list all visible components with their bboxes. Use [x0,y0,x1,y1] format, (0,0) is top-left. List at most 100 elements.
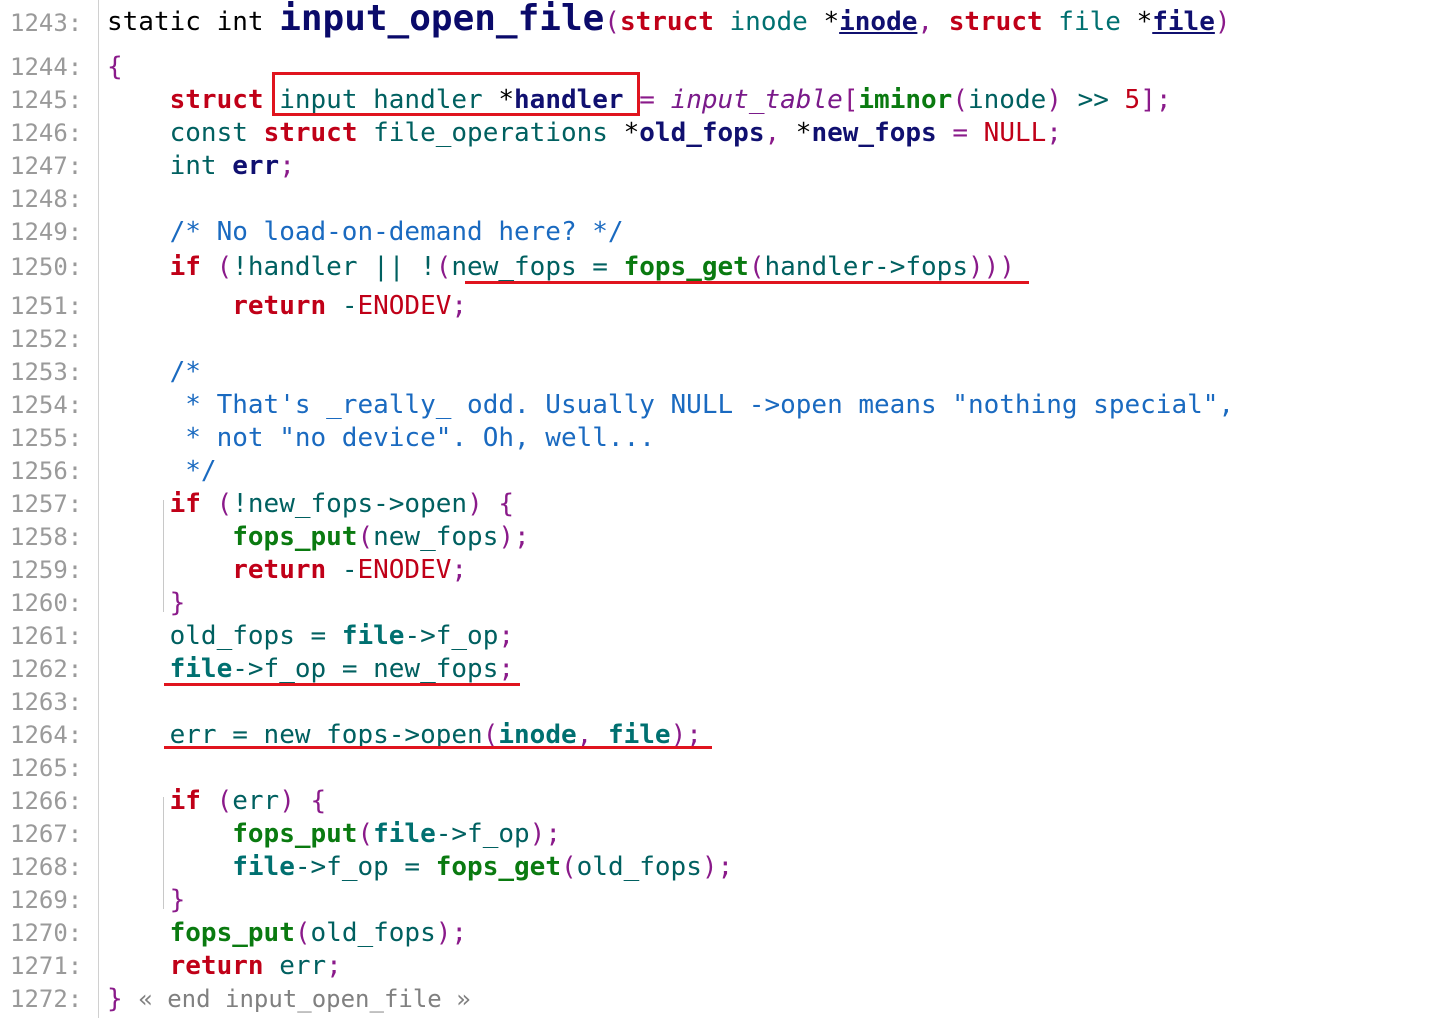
line-code: /* [107,359,201,385]
code-token: ; [498,654,515,684]
line-number: 1251: [10,292,83,320]
line-number: 1267: [10,820,83,848]
line-number: 1271: [10,952,83,980]
line-code: return -ENODEV; [107,557,467,583]
code-token: struct [948,7,1043,37]
code-token: static int [107,7,280,37]
code-token: ( [216,252,233,282]
line-code: fops_put(new_fops); [107,522,529,552]
code-token: « end input_open_file » [138,985,471,1013]
code-token: old_fops [310,918,436,948]
highlight-underline-open-call [164,746,712,749]
code-line: 1255: * not "no device". Oh, well... [0,421,1433,454]
code-token: if [169,786,201,816]
code-token: inode [839,7,918,37]
code-token: NULL [983,118,1047,148]
line-code: int err; [107,153,295,179]
code-line: 1268: file->f_op = fops_get(old_fops); [0,850,1433,883]
line-number: 1268: [10,853,83,881]
code-line: 1251: return -ENODEV; [0,289,1433,322]
highlight-underline-fops-get [465,281,1029,284]
code-token: fops_put [169,918,295,948]
code-line: 1244: { [0,50,1433,83]
line-number: 1264: [10,721,83,749]
line-number: 1254: [10,391,83,419]
code-line: 1252: [0,322,1433,355]
code-token: file [232,852,295,882]
code-token: */ [169,456,217,486]
code-token: ENODEV [357,555,452,585]
code-token: ( [560,852,577,882]
code-token: inode [967,85,1047,115]
line-code: /* No load-on-demand here? */ [107,219,624,245]
code-line: 1253: /* [0,355,1433,388]
code-line: 1270: fops_put(old_fops); [0,916,1433,949]
code-line: 1260: } [0,586,1433,619]
line-code: static int input_open_file(struct inode … [107,1,1231,37]
code-token: fops_put [232,819,358,849]
highlight-underline-assign-fop [164,683,520,686]
code-line: 1266: if (err) { [0,784,1433,817]
line-code: old_fops = file->f_op; [107,623,514,649]
code-token: ]; [1140,85,1172,115]
code-token: * That's _really_ odd. Usually NULL ->op… [169,390,1235,420]
code-token: ( [604,7,620,37]
code-token: ( [435,252,452,282]
line-number: 1250: [10,253,83,281]
code-line: 1243: static int input_open_file(struct i… [0,0,1433,50]
code-token: ( [748,252,765,282]
line-code: } [107,887,186,913]
code-token: * not "no device". Oh, well... [169,423,655,453]
line-code: fops_put(file->f_op); [107,821,561,847]
line-number: 1253: [10,358,83,386]
code-line: 1263: [0,685,1433,718]
code-token: return [232,291,327,321]
code-token: return [232,555,327,585]
code-line: 1267: fops_put(file->f_op); [0,817,1433,850]
code-token: ->f_op [404,621,499,651]
code-token: ); [529,819,561,849]
line-code: if (!handler || !(new_fops = fops_get(ha… [107,254,1015,280]
highlight-box-handler-declaration [272,72,640,116]
line-code: } « end input_open_file » [107,986,471,1012]
block-guide [163,797,164,909]
code-token: ->f_op [435,819,530,849]
code-token: * [1120,7,1153,37]
line-number: 1259: [10,556,83,584]
line-code: if (!new_fops->open) { [107,491,514,517]
code-token: struct [169,85,264,115]
code-token: ( [216,786,233,816]
code-line: 1259: return -ENODEV; [0,553,1433,586]
code-token: int [169,151,217,181]
code-token: ; [1046,118,1062,148]
code-line: 1254: * That's _really_ odd. Usually NUL… [0,388,1433,421]
line-number: 1244: [10,53,83,81]
code-token: const [169,118,248,148]
line-code: return err; [107,953,342,979]
code-token: if [169,252,201,282]
code-token: new_fops [373,522,499,552]
code-token: ) [279,786,295,816]
code-token: ( [357,522,374,552]
line-number: 1247: [10,152,83,180]
